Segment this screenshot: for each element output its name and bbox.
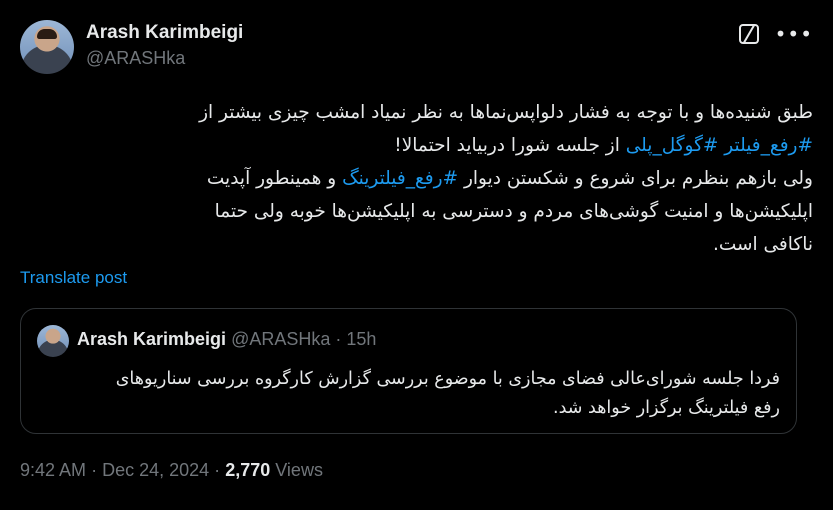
avatar-hair [37,29,57,39]
hashtag-link[interactable]: #رفع_فیلتر [724,135,813,156]
avatar[interactable] [20,20,74,74]
quote-separator: · [335,329,342,349]
post-line-5: ناکافی است. [712,234,813,255]
hashtag-link[interactable]: #گوگل_پلی [626,135,719,156]
quote-time: 15h [346,329,377,349]
quote-line-2: رفع فیلترینگ برگزار خواهد شد. [553,398,780,418]
post-body: طبق شنیده‌ها و با توجه به فشار دلواپس‌نم… [20,96,813,261]
views-label: Views [275,460,323,480]
quote-avatar [37,325,69,357]
post-text-segment: و همینطور آپدیت [206,168,337,189]
post-text-segment: ولی بازهم بنظرم برای شروع و شکستن دیوار [463,168,813,189]
views-count: 2,770 [225,460,271,480]
hashtag-link[interactable]: #رفع_فیلترینگ [342,168,458,189]
post-text-segment: از جلسه شورا دربیاید احتمالا! [394,135,620,156]
quote-header: Arash Karimbeigi @ARASHka · 15h [77,329,376,350]
quote-body: فردا جلسه شورای‌عالی فضای مجازی با موضوع… [37,365,780,423]
post-header: Arash Karimbeigi @ARASHka ••• [20,18,813,78]
header-actions: ••• [738,24,813,44]
post-line-3: ولی بازهم بنظرم برای شروع و شکستن دیوار … [20,162,813,195]
post-line-2: #رفع_فیلتر #گوگل_پلی از جلسه شورا دربیای… [20,129,813,162]
post-time[interactable]: 9:42 AM [20,460,86,480]
meta-separator: · [91,460,98,480]
quoted-post[interactable]: Arash Karimbeigi @ARASHka · 15h فردا جلس… [20,308,797,434]
quote-author-handle: @ARASHka [231,329,331,349]
author-block: Arash Karimbeigi @ARASHka [86,22,243,69]
author-name[interactable]: Arash Karimbeigi [86,22,243,44]
translate-post-link[interactable]: Translate post [20,268,127,288]
quote-author-name: Arash Karimbeigi [77,329,227,349]
grok-icon[interactable] [738,24,759,44]
post-date[interactable]: Dec 24, 2024 [102,460,209,480]
author-handle[interactable]: @ARASHka [86,48,243,69]
quote-line-1: فردا جلسه شورای‌عالی فضای مجازی با موضوع… [115,369,780,389]
post-line-4: اپلیکیشن‌ها و امنیت گوشی‌های مردم و دستر… [214,201,813,222]
meta-separator: · [214,460,221,480]
post-meta: 9:42 AM · Dec 24, 2024 · 2,770 Views [20,460,323,481]
post-line-1: طبق شنیده‌ها و با توجه به فشار دلواپس‌نم… [199,102,813,123]
more-icon[interactable]: ••• [775,24,813,44]
